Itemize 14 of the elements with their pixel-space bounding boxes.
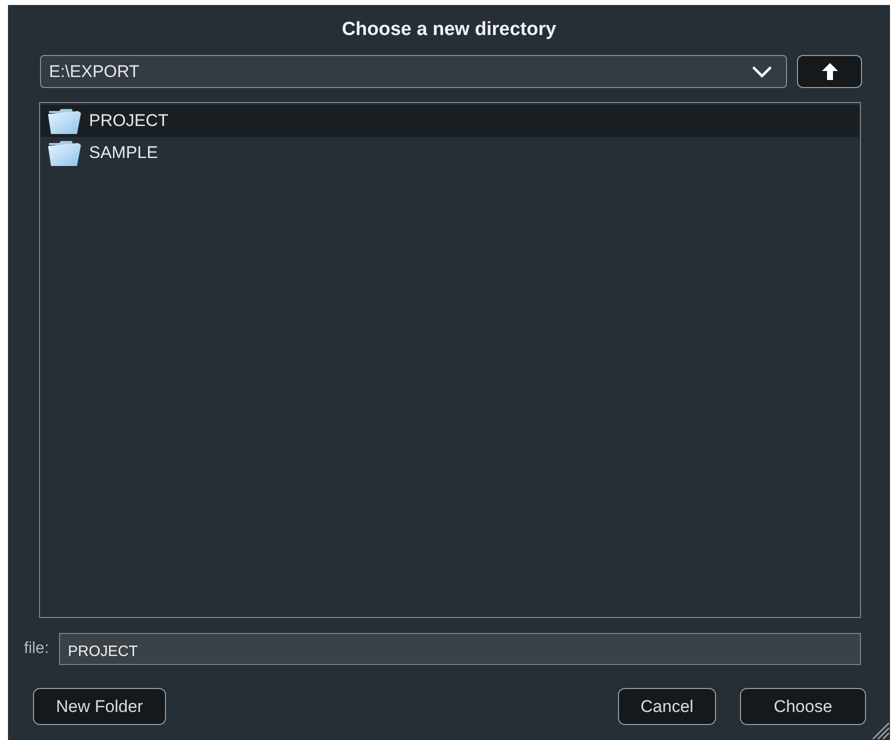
file-label: file: <box>24 640 49 658</box>
path-dropdown[interactable]: E:\EXPORT <box>40 55 787 88</box>
up-arrow-icon <box>822 63 838 80</box>
file-input[interactable]: PROJECT <box>58 633 861 665</box>
folder-item[interactable]: PROJECT <box>41 105 859 137</box>
folder-item[interactable]: SAMPLE <box>41 137 859 169</box>
folder-icon <box>48 140 81 166</box>
new-folder-button[interactable]: New Folder <box>33 688 166 725</box>
cancel-button[interactable]: Cancel <box>618 688 716 725</box>
up-folder-button[interactable] <box>797 55 862 88</box>
dialog-title: Choose a new directory <box>342 19 556 41</box>
confirm-button[interactable]: Choose <box>740 688 866 725</box>
folder-icon <box>48 108 81 134</box>
chevron-down-icon <box>752 66 772 78</box>
